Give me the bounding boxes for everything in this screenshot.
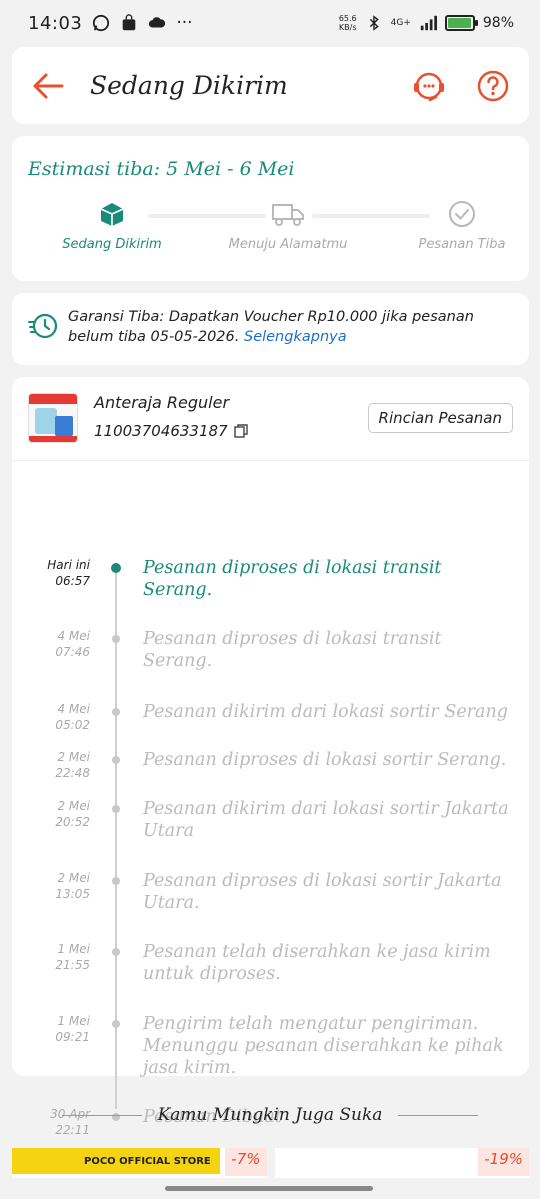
entry-date: 4 Mei xyxy=(57,629,90,643)
timeline-dot xyxy=(112,708,120,716)
arrow-left-icon xyxy=(33,73,64,98)
step-label: Menuju Alamatmu xyxy=(228,237,348,252)
entry-time: 22:48 xyxy=(55,766,90,780)
timeline-dot xyxy=(112,1020,120,1028)
more-notifications-icon: ··· xyxy=(176,13,193,33)
fast-clock-icon xyxy=(28,313,58,339)
whatsapp-icon xyxy=(93,14,110,32)
entry-time: 06:57 xyxy=(55,574,90,588)
entry-text: Pesanan dikirim dari lokasi sortir Seran… xyxy=(143,702,508,722)
timeline-line xyxy=(115,571,117,1109)
timeline-dot xyxy=(112,756,120,764)
signal-icon xyxy=(420,15,437,31)
package-icon xyxy=(100,203,124,226)
timeline-dot xyxy=(112,877,120,885)
entry-time: 07:46 xyxy=(55,645,90,659)
network-type: 4G+ xyxy=(390,18,411,28)
tracking-timeline: Hari ini 06:57 Pesanan diproses di lokasi… xyxy=(12,461,529,1137)
entry-time: 21:55 xyxy=(55,958,90,972)
timeline-dot xyxy=(112,805,120,813)
product-thumbnail[interactable] xyxy=(28,393,78,443)
entry-text: Pesanan dikirim dari lokasi sortir Jakar… xyxy=(143,799,509,841)
courier-section: Anteraja Reguler 11003704633187 Rincian … xyxy=(12,377,529,461)
recommendation-header: Kamu Mungkin Juga Suka xyxy=(0,1100,540,1130)
entry-date: 2 Mei xyxy=(57,871,90,885)
entry-text: Pesanan diproses di lokasi sortir Serang… xyxy=(143,750,507,770)
entry-time: 09:21 xyxy=(55,1030,90,1044)
headset-chat-icon xyxy=(414,72,444,101)
entry-text: Pesanan diproses di lokasi transit Seran… xyxy=(143,629,442,671)
entry-time: 05:02 xyxy=(55,718,90,732)
divider xyxy=(61,1114,142,1116)
product-card[interactable]: -19% xyxy=(274,1148,529,1178)
home-indicator[interactable] xyxy=(165,1186,373,1191)
divider xyxy=(398,1114,479,1116)
timeline-dot xyxy=(112,635,120,643)
order-details-button[interactable]: Rincian Pesanan xyxy=(367,403,513,433)
step-label: Pesanan Tiba xyxy=(418,237,506,252)
step-sedang-dikirim: Sedang Dikirim xyxy=(42,198,182,252)
entry-text: Pengirim telah mengatur pengiriman. Menu… xyxy=(143,1014,504,1078)
entry-date: Hari ini xyxy=(47,558,90,572)
guarantee-card[interactable]: Garansi Tiba: Dapatkan Voucher Rp10.000 … xyxy=(12,293,529,365)
help-button[interactable] xyxy=(475,68,511,104)
entry-date: 2 Mei xyxy=(57,799,90,813)
bluetooth-icon xyxy=(369,15,379,31)
entry-time: 20:52 xyxy=(55,815,90,829)
back-button[interactable] xyxy=(30,68,66,104)
copy-icon[interactable] xyxy=(233,424,248,438)
product-grid: POCO OFFICIAL STORE -7% -19% xyxy=(12,1148,529,1178)
discount-badge: -19% xyxy=(478,1148,529,1176)
entry-date: 4 Mei xyxy=(57,702,90,716)
status-time: 14:03 xyxy=(28,12,83,34)
tracking-card: Anteraja Reguler 11003704633187 Rincian … xyxy=(12,377,529,1137)
battery-percent: 98% xyxy=(482,15,514,31)
question-circle-icon xyxy=(477,70,509,101)
entry-date: 1 Mei xyxy=(57,942,90,956)
step-menuju-alamatmu: Menuju Alamatmu xyxy=(218,198,358,252)
delivery-truck-icon xyxy=(272,204,304,226)
store-badge: POCO OFFICIAL STORE xyxy=(12,1148,220,1174)
status-bar: 14:03 ··· 65.6 KB/s 4G+ 98% xyxy=(0,0,540,46)
discount-badge: -7% xyxy=(225,1148,267,1176)
entry-text: Pesanan telah diserahkan ke jasa kirim u… xyxy=(143,942,491,984)
network-speed: 65.6 KB/s xyxy=(338,14,357,32)
shopping-bag-icon xyxy=(123,14,136,31)
page-title: Sedang Dikirim xyxy=(90,71,288,100)
product-card[interactable]: POCO OFFICIAL STORE -7% xyxy=(12,1148,267,1178)
guarantee-more-link[interactable]: Selengkapnya xyxy=(244,329,347,345)
courier-name: Anteraja Reguler xyxy=(94,393,230,412)
step-label: Sedang Dikirim xyxy=(62,237,162,252)
entry-time: 13:05 xyxy=(55,887,90,901)
timeline-dot xyxy=(111,563,121,573)
timeline-dot xyxy=(112,948,120,956)
app-header: Sedang Dikirim xyxy=(12,47,529,124)
cloud-icon xyxy=(149,17,166,28)
estimation-title: Estimasi tiba: 5 Mei - 6 Mei xyxy=(28,158,295,180)
entry-text: Pesanan diproses di lokasi transit Seran… xyxy=(143,558,442,600)
tracking-number: 11003704633187 xyxy=(94,422,228,440)
estimation-card: Estimasi tiba: 5 Mei - 6 Mei Sedang Diki… xyxy=(12,136,529,281)
entry-text: Pesanan diproses di lokasi sortir Jakart… xyxy=(143,871,502,913)
battery-icon xyxy=(444,15,478,31)
customer-service-button[interactable] xyxy=(411,68,447,104)
entry-date: 1 Mei xyxy=(57,1014,90,1028)
entry-date: 2 Mei xyxy=(57,750,90,764)
step-pesanan-tiba: Pesanan Tiba xyxy=(392,198,532,252)
check-circle-icon xyxy=(449,201,475,227)
shipping-progress: Sedang Dikirim Menuju Alamatmu Pesanan T… xyxy=(28,198,513,268)
recommendation-title: Kamu Mungkin Juga Suka xyxy=(157,1105,383,1125)
